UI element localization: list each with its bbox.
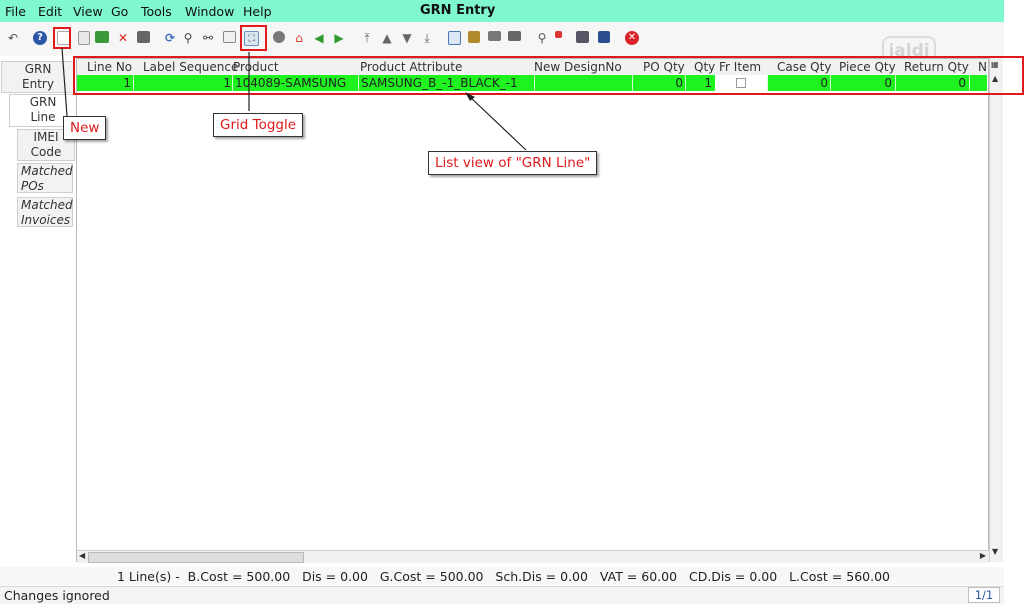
list-view-arrow <box>468 95 527 151</box>
annotation-arrows <box>61 47 527 151</box>
callout-new: New <box>63 116 107 140</box>
callout-list-view: List view of "GRN Line" <box>428 151 598 175</box>
new-arrow <box>61 47 68 117</box>
callout-grid-toggle: Grid Toggle <box>213 113 304 137</box>
